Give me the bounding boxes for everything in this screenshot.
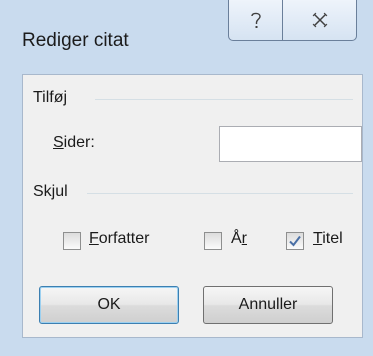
- pages-label-rest: ider:: [63, 134, 95, 151]
- question-mark-icon: [250, 12, 261, 28]
- pages-label: Sider:: [53, 134, 95, 152]
- ok-button[interactable]: OK: [39, 286, 179, 324]
- title-checkbox[interactable]: [286, 232, 304, 250]
- edit-citation-dialog: Rediger citat Tilføj Sider: Skjul Forfat…: [0, 0, 373, 356]
- window-bottom-frame: [0, 338, 373, 356]
- cancel-button[interactable]: Annuller: [203, 286, 333, 324]
- pages-label-accesskey: S: [53, 134, 64, 151]
- author-label[interactable]: Forfatter: [89, 230, 149, 248]
- help-button[interactable]: [228, 0, 283, 41]
- title-label[interactable]: Titel: [313, 230, 343, 248]
- close-x-icon: [312, 12, 327, 28]
- year-label[interactable]: År: [231, 230, 247, 248]
- year-label-accesskey: r: [241, 230, 247, 247]
- title-label-rest: itel: [322, 230, 343, 247]
- check-mark-icon: [289, 235, 301, 247]
- year-label-first: Å: [231, 230, 242, 247]
- close-button[interactable]: [282, 0, 357, 41]
- year-checkbox[interactable]: [204, 232, 222, 250]
- dialog-body: Tilføj Sider: Skjul Forfatter År Titel O…: [22, 74, 363, 338]
- dialog-title: Rediger citat: [22, 30, 129, 51]
- author-label-rest: orfatter: [98, 230, 150, 247]
- add-section-label: Tilføj: [33, 89, 68, 106]
- add-section-divider: [95, 99, 353, 100]
- author-checkbox[interactable]: [63, 232, 81, 250]
- pages-input[interactable]: [219, 126, 362, 162]
- hide-section-divider: [87, 193, 353, 194]
- title-bar[interactable]: Rediger citat: [0, 0, 373, 74]
- title-label-accesskey: T: [313, 230, 323, 247]
- author-label-accesskey: F: [89, 230, 99, 247]
- hide-section-label: Skjul: [33, 183, 68, 200]
